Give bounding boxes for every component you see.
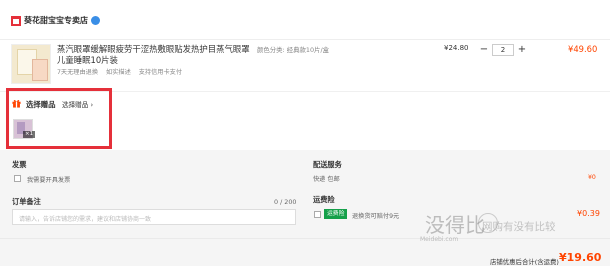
shipping-method: 快递 包邮 [313,176,340,183]
store-logo-icon [11,16,21,26]
service-credit: 支持信用卡支付 [138,69,183,76]
watermark-domain: Meidebi.com [420,236,459,243]
product-thumbnail[interactable] [11,44,51,84]
service-accurate: 如实描述 [106,69,131,76]
item-subtotal: ¥49.60 [568,44,598,54]
increase-button[interactable]: + [516,43,528,57]
watermark-slogan: 网购有没有比较 [482,221,556,233]
service-return: 7天无理由退换 [57,69,99,76]
remark-input[interactable]: 请输入，告诉店铺您的需求，建议和店铺协商一致 [12,209,296,225]
total-value: ¥19.60 [559,251,602,264]
store-name[interactable]: 葵花甜宝宝专卖店 [24,15,88,26]
insurance-checkbox[interactable] [314,211,321,218]
watermark-logo: 没得比 [425,213,485,237]
insurance-desc: 退换货可赔付9元 [352,213,400,220]
remark-counter: 0 / 200 [274,198,297,206]
product-services: 7天无理由退换 如实描述 支持信用卡支付 [57,67,188,76]
quantity-stepper: − 2 + [478,43,528,57]
invoice-title: 发票 [12,160,27,169]
total-label: 店铺优惠后合计(含运费) [490,258,559,266]
decrease-button[interactable]: − [478,43,490,57]
unit-price: ¥24.80 [444,44,469,52]
invoice-option-label[interactable]: 我需要开具发票 [27,175,70,184]
remark-title: 订单备注 [12,197,41,206]
insurance-title: 运费险 [313,195,335,204]
product-attribute: 颜色分类: 经典款10片/盒 [257,46,329,54]
remark-placeholder: 请输入，告诉店铺您的需求，建议和店铺协商一致 [19,216,152,223]
store-chat-icon[interactable] [91,16,100,25]
insurance-tag: 运费险 [324,209,348,219]
insurance-price: ¥0.39 [577,209,600,218]
shipping-title: 配送服务 [313,160,342,169]
invoice-checkbox[interactable] [14,175,21,182]
quantity-input[interactable]: 2 [492,44,514,56]
store-header: 葵花甜宝宝专卖店 [0,0,610,40]
divider [0,238,610,239]
product-title[interactable]: 蒸汽眼罩缓解眼疲劳干涩热敷眼贴发热护目蒸气眼罩儿童睡眠10片装 [57,44,257,66]
order-options: 发票 我需要开具发票 订单备注 0 / 200 请输入，告诉店铺您的需求，建议和… [0,150,610,266]
product-row: 蒸汽眼罩缓解眼疲劳干涩热敷眼贴发热护目蒸气眼罩儿童睡眠10片装 7天无理由退换 … [0,40,610,92]
shipping-price: ¥0 [588,174,596,181]
gift-highlight-box [6,88,112,149]
product-package-image-2 [32,59,48,81]
